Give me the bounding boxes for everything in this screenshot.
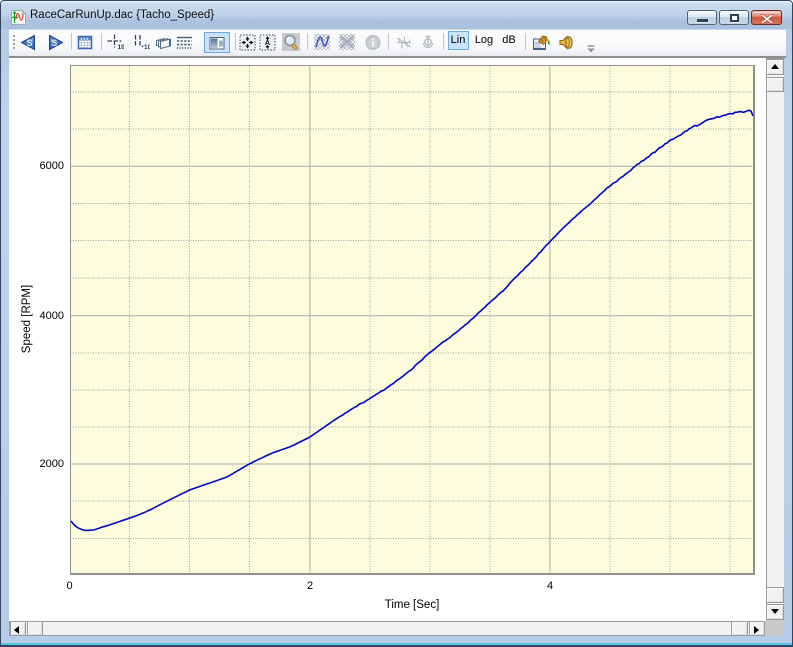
svg-text:S: S — [26, 38, 32, 48]
svg-text:S: S — [51, 38, 57, 48]
svg-text:10: 10 — [118, 44, 125, 51]
svg-text:A: A — [265, 38, 271, 47]
svg-text:10: 10 — [144, 44, 150, 51]
